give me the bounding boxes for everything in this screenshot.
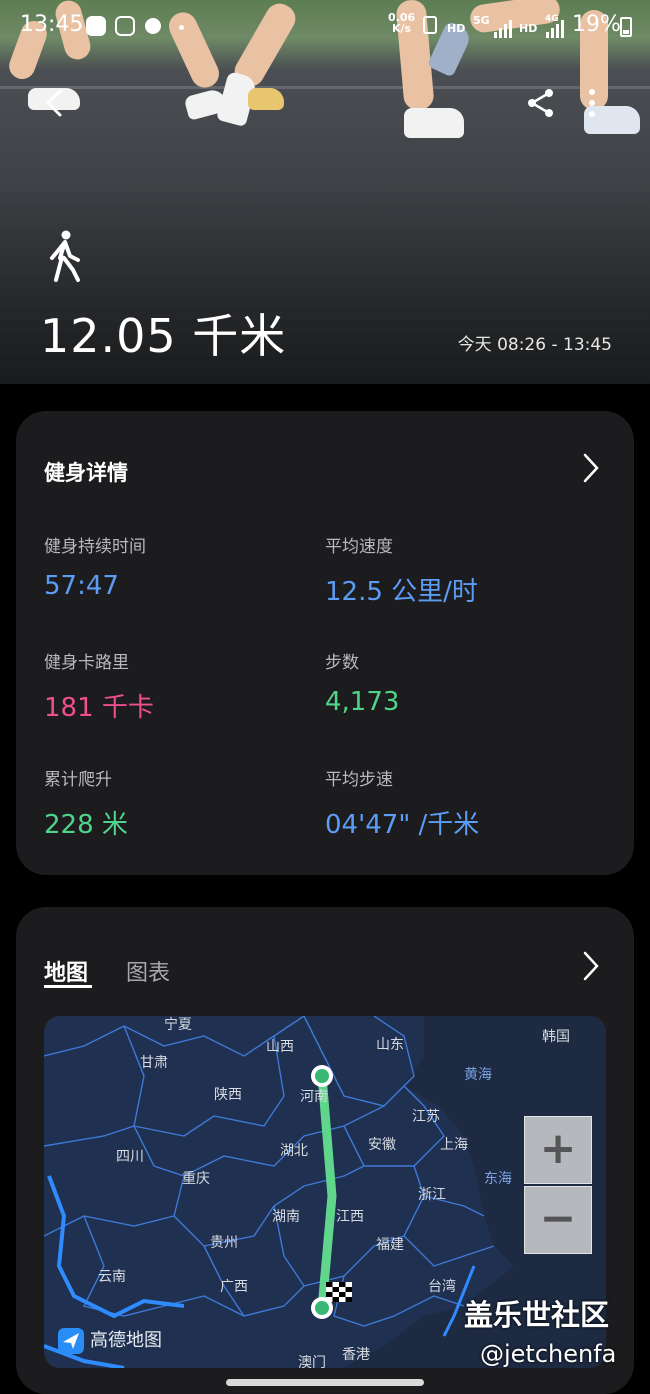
signal-icon <box>494 20 512 38</box>
total-distance: 12.05 千米 <box>40 309 287 363</box>
zoom-in-button[interactable]: + <box>524 1116 592 1184</box>
watermark-handle: @jetchenfa <box>480 1340 617 1368</box>
share-icon[interactable] <box>526 88 556 118</box>
more-notifications-dot <box>179 25 184 30</box>
stat-elevation-gain: 累计爬升 228 米 <box>44 770 128 840</box>
tab-map[interactable]: 地图 <box>44 955 88 987</box>
home-indicator[interactable] <box>226 1379 424 1386</box>
map-label: 云南 <box>98 1269 126 1285</box>
workout-time-range: 今天 08:26 - 13:45 <box>457 335 612 355</box>
map-provider: 高德地图 <box>58 1326 162 1354</box>
card-title: 健身详情 <box>44 461 128 485</box>
stat-avg-speed: 平均速度 12.5 公里/时 <box>325 537 478 607</box>
map-label: 香港 <box>342 1347 370 1363</box>
map-label: 湖北 <box>280 1143 308 1159</box>
hd-badge: HD <box>519 22 538 35</box>
map-label: 宁夏 <box>164 1017 192 1033</box>
battery-percent: 19% <box>572 12 621 37</box>
hero-banner: 13:45 0.06 K/s HD 5G HD 4G 19% 12.05 千米 今… <box>0 0 650 384</box>
chevron-right-icon[interactable] <box>582 951 600 981</box>
network-speed: 0.06 K/s <box>388 11 416 35</box>
map-label: 澳门 <box>298 1355 326 1368</box>
zoom-out-button[interactable]: − <box>524 1186 592 1254</box>
stat-steps: 步数 4,173 <box>325 653 400 717</box>
map-label: 山东 <box>376 1037 404 1053</box>
map-label: 江西 <box>336 1209 364 1225</box>
map-label: 安徽 <box>368 1137 396 1153</box>
status-bar: 13:45 0.06 K/s HD 5G HD 4G 19% <box>0 8 650 42</box>
map-label: 陕西 <box>214 1087 242 1103</box>
battery-icon <box>620 17 632 37</box>
map-label: 江苏 <box>412 1109 440 1125</box>
app-notification-icon <box>86 16 106 36</box>
amap-logo-icon <box>58 1328 84 1354</box>
signal-icon <box>546 20 564 38</box>
map-label: 浙江 <box>418 1187 446 1203</box>
map-label: 福建 <box>376 1237 404 1253</box>
active-tab-indicator <box>44 985 92 988</box>
map-label: 台湾 <box>428 1279 456 1295</box>
map-sea-label: 东海 <box>484 1171 512 1187</box>
stat-avg-pace: 平均步速 04'47" /千米 <box>325 770 480 840</box>
map-label: 河南 <box>300 1089 328 1105</box>
app-notification-icon <box>115 16 135 36</box>
map-label: 韩国 <box>542 1029 570 1045</box>
tab-chart[interactable]: 图表 <box>126 955 170 987</box>
fitness-details-card[interactable]: 健身详情 健身持续时间 57:47 平均速度 12.5 公里/时 健身卡路里 1… <box>16 411 634 875</box>
stat-calories: 健身卡路里 181 千卡 <box>44 653 154 723</box>
back-arrow-icon[interactable] <box>40 88 70 118</box>
map-label: 上海 <box>440 1137 468 1153</box>
nfc-icon <box>423 16 437 34</box>
network-type: 5G <box>473 14 490 27</box>
watermark-community: 盖乐世社区 <box>464 1298 610 1332</box>
more-options-icon[interactable] <box>580 88 604 118</box>
map-label: 重庆 <box>182 1171 210 1187</box>
chevron-right-icon[interactable] <box>582 453 600 483</box>
map-label: 四川 <box>116 1149 144 1165</box>
walking-icon <box>50 230 80 282</box>
map-label: 甘肃 <box>140 1055 168 1071</box>
map-sea-label: 黄海 <box>464 1067 492 1083</box>
hd-badge: HD <box>447 22 466 35</box>
status-time: 13:45 <box>20 12 84 37</box>
map-label: 湖南 <box>272 1209 300 1225</box>
map-label: 广西 <box>220 1279 248 1295</box>
map-label: 贵州 <box>210 1235 238 1251</box>
app-notification-icon <box>145 18 161 34</box>
map-label: 山西 <box>266 1039 294 1055</box>
stat-duration: 健身持续时间 57:47 <box>44 537 146 601</box>
